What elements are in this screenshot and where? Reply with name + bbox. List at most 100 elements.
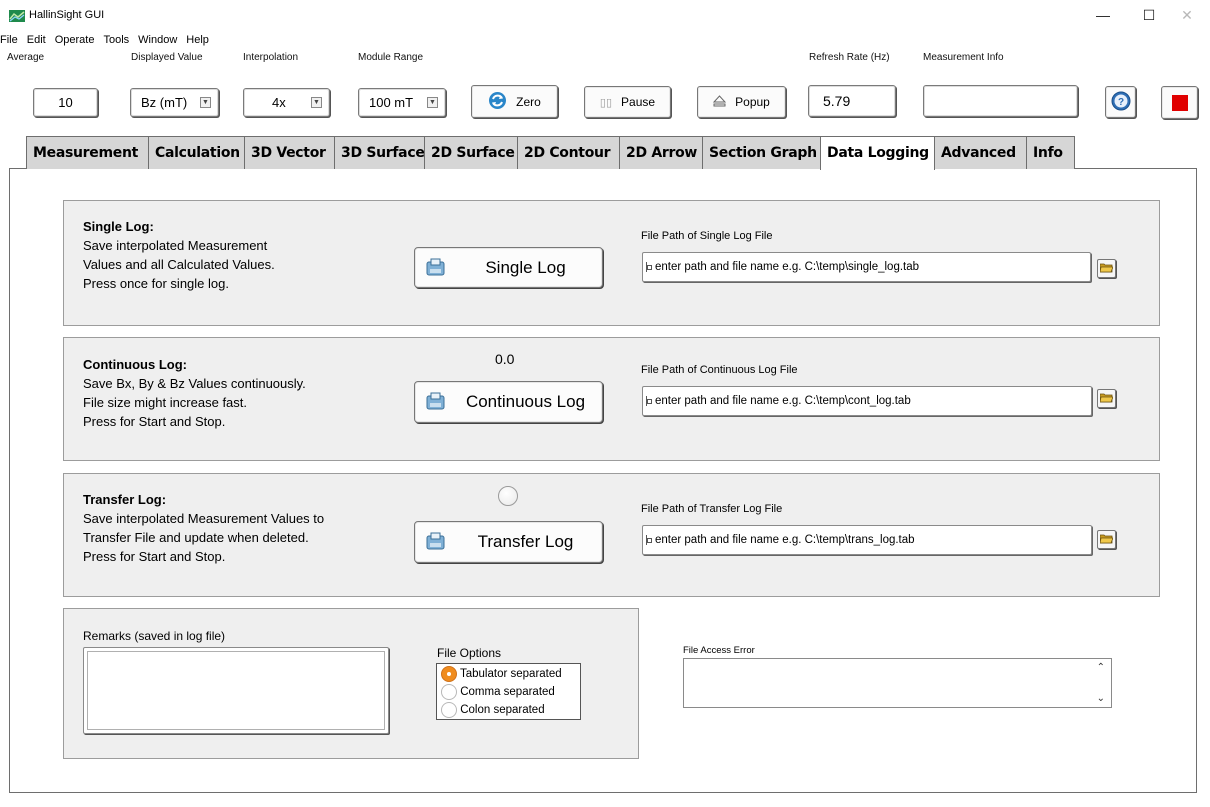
continuous-log-description: Continuous Log: Save Bx, By & Bz Values … [83,355,306,431]
single-log-description: Single Log: Save interpolated Measuremen… [83,217,275,293]
average-label: Average [7,52,45,63]
radio-unselected-icon[interactable] [441,702,457,718]
tab-2d-surface[interactable]: 2D Surface [424,136,518,169]
module-range-label: Module Range [358,52,424,63]
app-logo-icon [9,9,25,22]
single-log-path-label: File Path of Single Log File [641,230,773,242]
tab-measurement[interactable]: Measurement [26,136,149,169]
continuous-log-button[interactable]: Continuous Log [414,381,603,423]
tab-bar: Measurement Calculation 3D Vector 3D Sur… [26,136,1075,170]
menu-window[interactable]: Window [138,32,179,50]
single-log-button[interactable]: Single Log [414,247,603,288]
pause-icon: ▯▯ [599,96,613,109]
folder-icon [1099,390,1114,408]
tab-section-graph[interactable]: Section Graph [702,136,821,169]
single-log-desc-line: Values and all Calculated Values. [83,257,275,272]
svg-text:?: ? [1117,97,1123,108]
transfer-log-desc-line: Press for Start and Stop. [83,549,226,564]
file-access-error-display: ⌃ ⌄ [683,658,1112,708]
window-title: HallinSight GUI [29,9,105,21]
popup-button[interactable]: Popup [697,86,786,118]
continuous-log-title: Continuous Log: [83,357,187,372]
average-input[interactable]: 10 [33,88,98,117]
title-bar: HallinSight GUI — ☐ ✕ [0,0,1210,30]
refresh-rate-display: 5.79 [808,85,896,117]
continuous-log-counter: 0.0 [495,351,515,367]
single-log-desc-line: Save interpolated Measurement [83,238,268,253]
transfer-log-browse-button[interactable] [1097,530,1116,549]
pause-button[interactable]: ▯▯ Pause [584,86,671,118]
stop-button[interactable] [1161,86,1198,119]
file-option-comma[interactable]: Comma separated [441,684,555,700]
module-range-select[interactable]: 100 mT ▼ [358,88,446,117]
interpolation-label: Interpolation [243,52,299,63]
displayed-value-label: Displayed Value [131,52,203,63]
module-range-text: 100 mT [369,95,414,110]
transfer-log-path-text: enter path and file name e.g. C:\temp\tr… [655,534,915,546]
save-disk-icon [425,390,447,417]
continuous-log-path-input[interactable]: enter path and file name e.g. C:\temp\co… [642,386,1092,416]
help-button[interactable]: ? [1105,86,1136,118]
measurement-info-display [923,85,1078,117]
folder-icon [1099,531,1114,549]
menu-tools[interactable]: Tools [103,32,131,50]
measurement-info-label: Measurement Info [923,52,1004,63]
file-option-colon[interactable]: Colon separated [441,702,545,718]
save-disk-icon [425,256,447,283]
pause-button-label: Pause [621,95,656,109]
transfer-log-desc-line: Save interpolated Measurement Values to [83,511,325,526]
tab-advanced[interactable]: Advanced [934,136,1027,169]
tab-2d-contour[interactable]: 2D Contour [517,136,620,169]
menu-edit[interactable]: Edit [27,32,48,50]
single-log-browse-button[interactable] [1097,259,1116,278]
single-log-path-input[interactable]: enter path and file name e.g. C:\temp\si… [642,252,1091,282]
scroll-down-icon[interactable]: ⌄ [1097,693,1105,704]
transfer-log-led-indicator [498,486,518,506]
single-log-desc-line: Press once for single log. [83,276,229,291]
interpolation-text: 4x [272,95,286,110]
file-access-error-label: File Access Error [683,645,755,656]
transfer-log-path-input[interactable]: enter path and file name e.g. C:\temp\tr… [642,525,1092,555]
file-option-tabulator[interactable]: Tabulator separated [441,666,562,682]
remarks-textarea[interactable] [83,647,389,734]
eject-icon [713,94,727,110]
tab-3d-vector[interactable]: 3D Vector [244,136,335,169]
menu-help[interactable]: Help [186,32,211,50]
file-option-colon-label: Colon separated [460,704,545,717]
stop-icon [1171,94,1188,111]
remarks-text [87,651,385,730]
tab-data-logging[interactable]: Data Logging [820,136,935,170]
help-icon: ? [1111,91,1131,114]
displayed-value-text: Bz (mT) [141,95,188,110]
radio-selected-icon[interactable] [441,666,457,682]
scroll-up-icon[interactable]: ⌃ [1097,662,1105,673]
chevron-down-icon[interactable]: ▼ [311,96,322,108]
interpolation-select[interactable]: 4x ▼ [243,88,330,117]
continuous-log-desc-line: Save Bx, By & Bz Values continuously. [83,376,306,391]
popup-button-label: Popup [735,95,770,109]
continuous-log-desc-line: File size might increase fast. [83,395,248,410]
close-button[interactable]: ✕ [1164,0,1210,30]
transfer-log-button[interactable]: Transfer Log [414,521,603,563]
tab-3d-surface[interactable]: 3D Surface [334,136,425,169]
file-option-comma-label: Comma separated [460,686,555,699]
save-disk-icon [425,530,447,557]
path-icon [646,535,652,545]
transfer-log-title: Transfer Log: [83,492,167,507]
displayed-value-select[interactable]: Bz (mT) ▼ [130,88,219,117]
menu-operate[interactable]: Operate [55,32,97,50]
radio-unselected-icon[interactable] [441,684,457,700]
zero-button[interactable]: Zero [471,85,558,118]
continuous-log-path-text: enter path and file name e.g. C:\temp\co… [655,395,911,407]
continuous-log-browse-button[interactable] [1097,389,1116,408]
chevron-down-icon[interactable]: ▼ [427,96,438,108]
single-log-path-text: enter path and file name e.g. C:\temp\si… [655,261,920,273]
minimize-button[interactable]: — [1080,0,1126,30]
tab-calculation[interactable]: Calculation [148,136,245,169]
refresh-icon [488,91,507,113]
chevron-down-icon[interactable]: ▼ [200,96,211,108]
folder-icon [1099,260,1114,278]
menu-file[interactable]: File [0,32,20,50]
tab-info[interactable]: Info [1026,136,1075,169]
tab-2d-arrow[interactable]: 2D Arrow [619,136,703,169]
